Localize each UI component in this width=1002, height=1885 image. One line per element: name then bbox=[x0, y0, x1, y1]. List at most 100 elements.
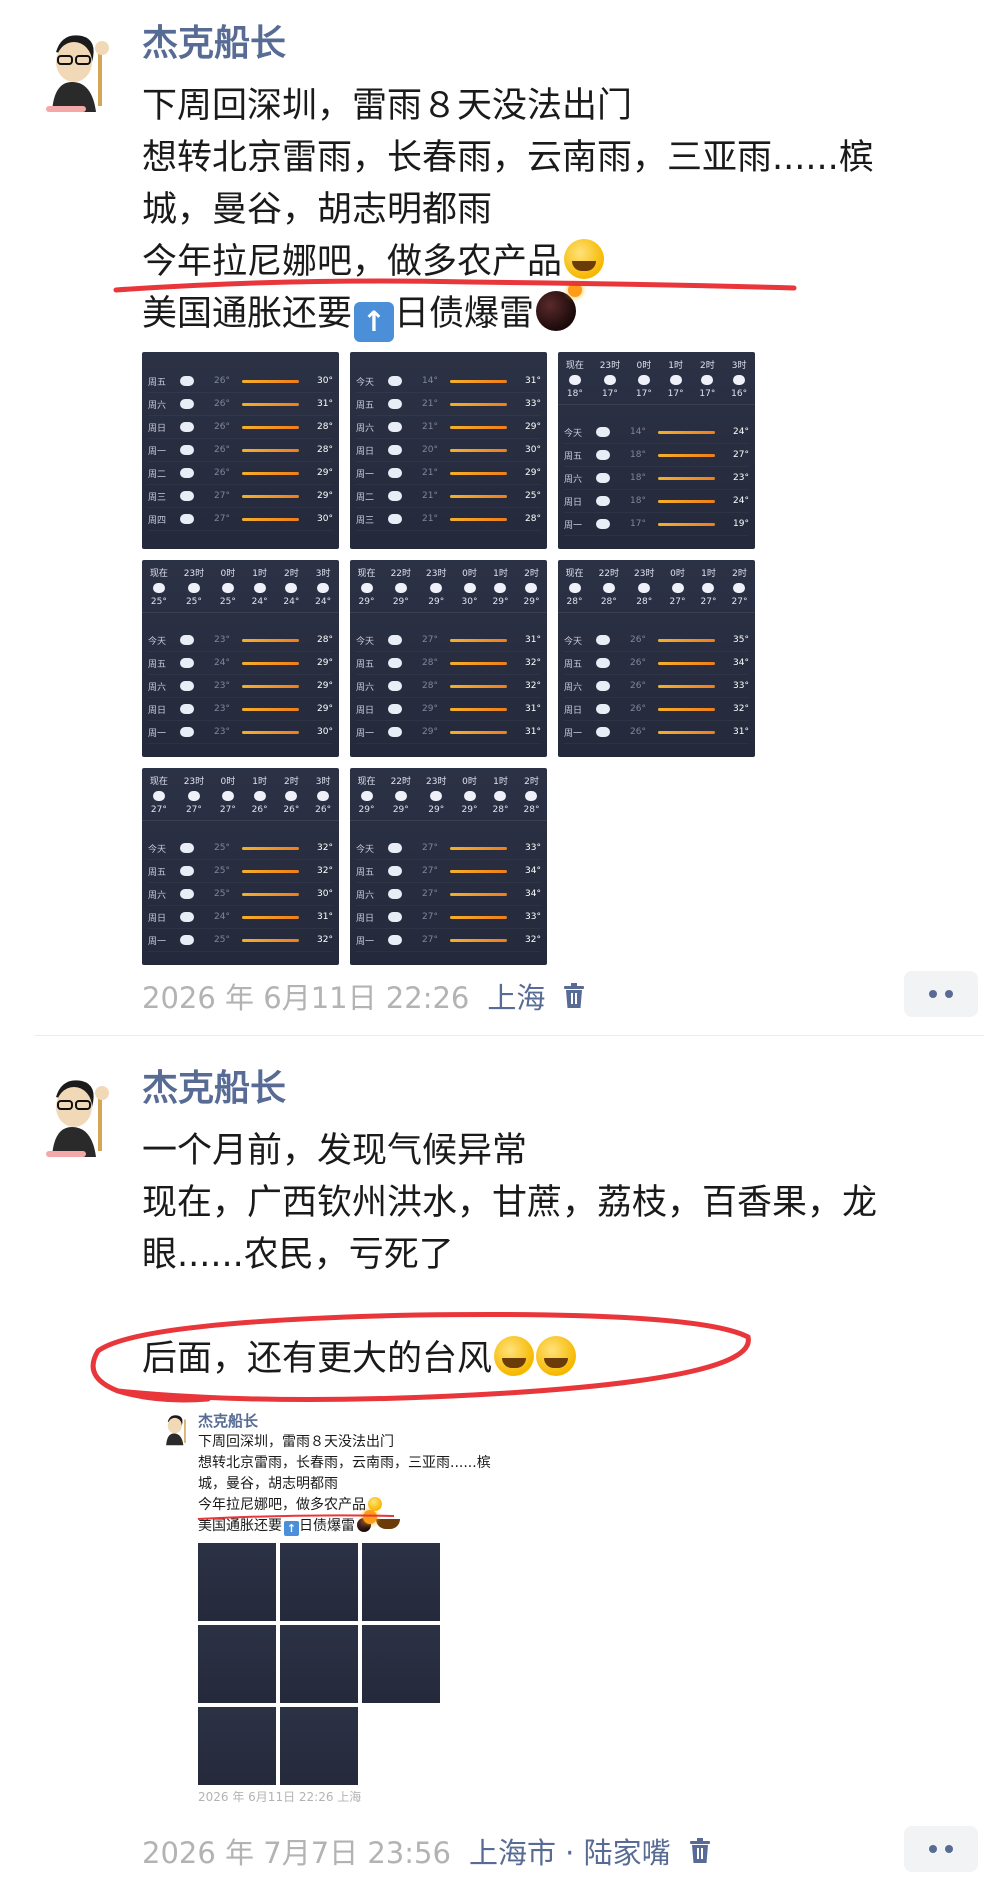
low-temp: 23° bbox=[214, 704, 230, 714]
hour-temp: 29° bbox=[461, 804, 478, 815]
hourly-forecast: 现在 29° 22时 29° 23时 29° 0时 30° 1时 29° 2时 29° bbox=[350, 560, 547, 613]
hour-label: 2时 bbox=[524, 568, 539, 579]
low-temp: 28° bbox=[422, 681, 438, 691]
day-label: 周一 bbox=[564, 728, 583, 739]
temp-range-bar bbox=[658, 638, 715, 642]
hour-label: 1时 bbox=[701, 568, 716, 579]
rain-icon bbox=[388, 727, 402, 737]
temp-range-bar bbox=[450, 730, 507, 734]
daily-forecast-row: 周五 25° 32° bbox=[148, 860, 333, 883]
day-label: 周五 bbox=[148, 867, 167, 878]
weather-screenshot-thumbnail[interactable]: 现在 28° 22时 28° 23时 28° 0时 27° 1时 27° 2时 27° 今天 26° 35°… bbox=[558, 560, 755, 757]
author-name[interactable]: 杰克船长 bbox=[142, 1067, 286, 1111]
dot-icon bbox=[929, 1845, 937, 1853]
avatar[interactable] bbox=[26, 22, 118, 114]
daily-forecast-row: 周一 21° 29° bbox=[356, 462, 541, 485]
hour-label: 0时 bbox=[636, 360, 652, 371]
hour-temp: 27° bbox=[219, 804, 236, 815]
day-label: 周三 bbox=[356, 515, 375, 526]
more-options-button[interactable] bbox=[904, 1826, 978, 1872]
hour-cell: 1时 17° bbox=[668, 358, 684, 399]
up-arrow-emoji-icon: ↑ bbox=[284, 1521, 299, 1536]
day-label: 周五 bbox=[356, 400, 375, 411]
hour-cell: 现在 29° bbox=[358, 774, 376, 815]
embedded-screenshot[interactable]: 杰克船长 下周回深圳，雷雨８天没法出门 想转北京雷雨，长春雨，云南雨，三亚雨..… bbox=[150, 1410, 491, 1810]
trash-icon[interactable] bbox=[689, 1838, 711, 1864]
hour-cell: 23时 25° bbox=[184, 566, 204, 607]
day-label: 周六 bbox=[564, 682, 583, 693]
hour-label: 0时 bbox=[670, 568, 685, 579]
day-label: 周日 bbox=[148, 913, 167, 924]
rain-icon bbox=[180, 935, 194, 945]
temp-range-bar bbox=[242, 494, 299, 498]
weather-screenshot-thumbnail[interactable]: 今天 14° 31° 周五 21° 33° 周六 21° 29° 周日 20° 30° 周一 21° 29°… bbox=[350, 352, 547, 549]
rain-icon bbox=[180, 514, 194, 524]
hour-temp: 27° bbox=[185, 804, 202, 815]
weather-icon bbox=[463, 582, 476, 593]
temp-range-bar bbox=[450, 425, 507, 429]
hourly-forecast: 现在 28° 22时 28° 23时 28° 0时 27° 1时 27° 2时 27° bbox=[558, 560, 755, 613]
low-temp: 21° bbox=[422, 514, 438, 524]
hour-cell: 2时 27° bbox=[732, 566, 748, 607]
low-temp: 26° bbox=[214, 468, 230, 478]
low-temp: 24° bbox=[214, 658, 230, 668]
high-temp: 24° bbox=[733, 427, 749, 437]
post-meta: 2026 年 6月11日 22:26 上海 bbox=[198, 1790, 362, 1804]
rain-icon bbox=[180, 866, 194, 876]
author-name[interactable]: 杰克船长 bbox=[142, 22, 286, 66]
post-meta: 2026 年 6月11日 22:26 上海 bbox=[142, 975, 585, 1017]
weather-screenshot-thumbnail[interactable]: 现在 29° 22时 29° 23时 29° 0时 29° 1时 28° 2时 28° 今天 27° 33°… bbox=[350, 768, 547, 965]
temp-range-bar bbox=[450, 846, 507, 850]
hour-cell: 2时 26° bbox=[283, 774, 299, 815]
rain-icon bbox=[180, 843, 194, 853]
daily-forecast-row: 周一 17° 19° bbox=[564, 513, 749, 536]
weather-screenshot-thumbnail[interactable]: 现在 18° 23时 17° 0时 17° 1时 17° 2时 17° 3时 16° 今天 14° 24° 周… bbox=[558, 352, 755, 549]
dot-icon bbox=[945, 990, 953, 998]
post-location[interactable]: 上海 bbox=[487, 975, 545, 1017]
high-temp: 29° bbox=[317, 491, 333, 501]
weather-icon bbox=[253, 582, 266, 593]
rain-icon bbox=[388, 658, 402, 668]
weather-screenshot-thumbnail[interactable]: 周五 26° 30° 周六 26° 31° 周日 26° 28° 周一 26° 28° 周二 26° 29°… bbox=[142, 352, 339, 549]
hour-temp: 16° bbox=[731, 388, 748, 399]
trash-icon[interactable] bbox=[563, 983, 585, 1009]
hour-temp: 29° bbox=[428, 804, 445, 815]
rain-icon bbox=[180, 704, 194, 714]
weather-icon bbox=[285, 582, 298, 593]
temp-range-bar bbox=[242, 915, 299, 919]
hour-temp: 28° bbox=[492, 804, 509, 815]
weather-icon bbox=[568, 582, 581, 593]
daily-forecast-row: 周日 26° 32° bbox=[564, 698, 749, 721]
low-temp: 25° bbox=[214, 866, 230, 876]
low-temp: 27° bbox=[214, 514, 230, 524]
rain-icon bbox=[388, 843, 402, 853]
hour-cell: 1时 28° bbox=[493, 774, 509, 815]
temp-range-bar bbox=[658, 730, 715, 734]
low-temp: 27° bbox=[422, 889, 438, 899]
weather-screenshot-thumbnail[interactable]: 现在 29° 22时 29° 23时 29° 0时 30° 1时 29° 2时 29° 今天 27° 31°… bbox=[350, 560, 547, 757]
hour-label: 0时 bbox=[220, 776, 236, 787]
low-temp: 23° bbox=[214, 635, 230, 645]
weather-screenshot-thumbnail[interactable]: 现在 27° 23时 27° 0时 27° 1时 26° 2时 26° 3时 26° 今天 25° 32° 周… bbox=[142, 768, 339, 965]
hour-label: 1时 bbox=[493, 568, 508, 579]
rain-icon bbox=[180, 468, 194, 478]
hourly-forecast: 现在 27° 23时 27° 0时 27° 1时 26° 2时 26° 3时 26° bbox=[142, 768, 339, 821]
temp-range-bar bbox=[242, 938, 299, 942]
low-temp: 18° bbox=[630, 473, 646, 483]
more-options-button[interactable] bbox=[904, 971, 978, 1017]
avatar[interactable] bbox=[26, 1067, 118, 1159]
day-label: 今天 bbox=[148, 636, 167, 647]
daily-forecast-row: 周一 27° 32° bbox=[356, 929, 541, 952]
daily-forecast-row: 周日 20° 30° bbox=[356, 439, 541, 462]
hour-cell: 23时 29° bbox=[426, 774, 446, 815]
hour-temp: 30° bbox=[461, 596, 478, 607]
highlighted-text: 今年拉尼娜吧，做多农产品 bbox=[198, 1497, 366, 1513]
weather-screenshot-thumbnail[interactable]: 现在 25° 23时 25° 0时 25° 1时 24° 2时 24° 3时 24° 今天 23° 28° 周… bbox=[142, 560, 339, 757]
hour-cell: 现在 27° bbox=[150, 774, 168, 815]
hour-temp: 18° bbox=[566, 388, 583, 399]
daily-forecast-row: 今天 14° 24° bbox=[564, 421, 749, 444]
weather-icon bbox=[394, 582, 407, 593]
day-label: 周日 bbox=[356, 913, 375, 924]
post-location[interactable]: 上海市 · 陆家嘴 bbox=[469, 1830, 671, 1872]
high-temp: 28° bbox=[317, 422, 333, 432]
